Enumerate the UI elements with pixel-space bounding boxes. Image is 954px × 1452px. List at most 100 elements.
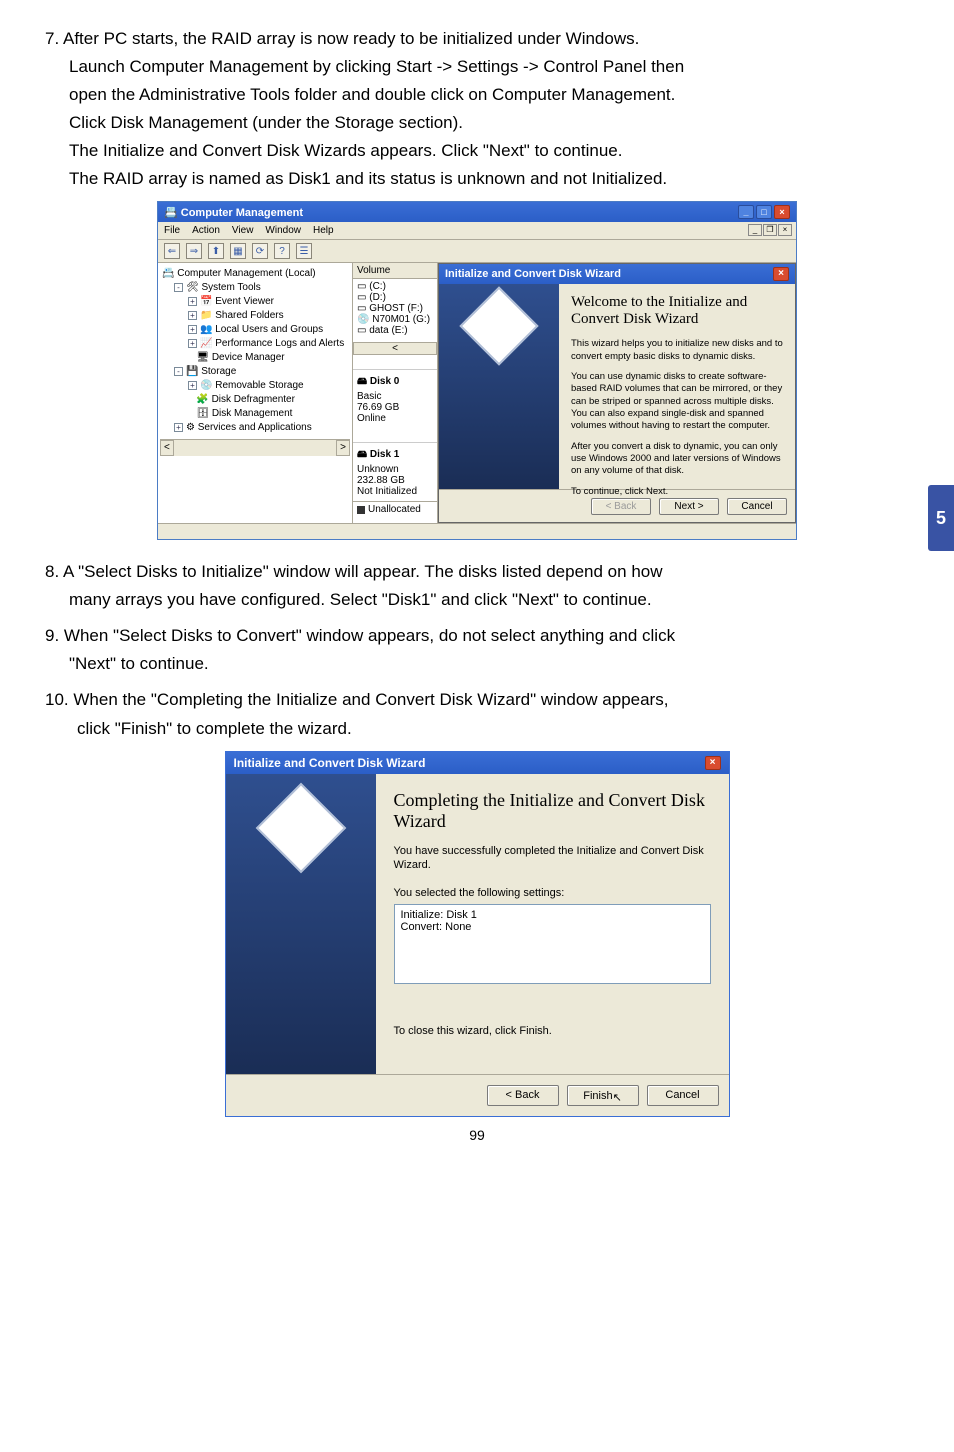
vol-scroll-left[interactable]: < [353,342,437,355]
mdi-close[interactable]: × [778,224,792,236]
tree-defrag[interactable]: 🧩 Disk Defragmenter [160,393,350,407]
step-8-line1: A "Select Disks to Initialize" window wi… [63,562,663,581]
disk0-panel[interactable]: 🖴 Disk 0 Basic 76.69 GB Online [353,369,437,428]
wizard1-sidebar [439,284,559,489]
legend-unallocated: Unallocated [353,501,437,517]
cm-statusbar [158,523,796,539]
disk-wizard-icon [255,782,346,873]
wizard1-p2: You can use dynamic disks to create soft… [571,371,783,433]
up-icon[interactable]: ⬆ [208,243,224,259]
tree-event-viewer[interactable]: +📅 Event Viewer [160,295,350,309]
cm-titlebar: 📇 Computer Management _ □ × [158,202,796,222]
tree-removable[interactable]: +💿 Removable Storage [160,379,350,393]
wizard1-dialog: Initialize and Convert Disk Wizard × Wel… [438,263,796,523]
menu-action[interactable]: Action [192,225,220,236]
cm-toolbar: ⇐ ⇒ ⬆ ▦ ⟳ ? ☰ [158,240,796,263]
tree-services[interactable]: +⚙ Services and Applications [160,421,350,435]
chapter-tab: 5 [928,485,954,551]
list-icon[interactable]: ☰ [296,243,312,259]
menu-window[interactable]: Window [265,225,301,236]
wizard1-p1: This wizard helps you to initialize new … [571,338,783,363]
step-7-line1: After PC starts, the RAID array is now r… [63,29,639,48]
vol-f[interactable]: ▭ GHOST (F:) [357,303,433,314]
vol-c[interactable]: ▭ (C:) [357,281,433,292]
wizard2-set1: Initialize: Disk 1 [401,909,704,921]
wizard2-titlebar: Initialize and Convert Disk Wizard × [226,752,729,774]
mdi-restore[interactable]: ❐ [763,224,777,236]
minimize-button[interactable]: _ [738,205,754,219]
wizard1-title-text: Initialize and Convert Disk Wizard [445,268,621,280]
views-icon[interactable]: ▦ [230,243,246,259]
volume-header[interactable]: Volume [353,263,437,279]
wizard2-finish-button[interactable]: Finish↖ [567,1085,639,1106]
cm-volume-pane: Volume ▭ (C:) ▭ (D:) ▭ GHOST (F:) 💿 N70M… [353,263,438,523]
tree-shared-folders[interactable]: +📁 Shared Folders [160,309,350,323]
wizard1-next-button[interactable]: Next > [659,498,719,515]
wizard2-title-text: Initialize and Convert Disk Wizard [234,756,426,770]
tree-system-tools[interactable]: -🛠 System Tools [160,281,350,295]
disk1-panel[interactable]: 🖴 Disk 1 Unknown 232.88 GB Not Initializ… [353,442,437,501]
wizard2-set2: Convert: None [401,921,704,933]
step-7-num: 7. [45,25,59,53]
wizard1-p3: After you convert a disk to dynamic, you… [571,441,783,478]
wizard2-heading: Completing the Initialize and Convert Di… [394,790,711,832]
wizard2-close-button[interactable]: × [705,756,721,770]
step-7-line5: The Initialize and Convert Disk Wizards … [69,137,909,165]
wizard2-back-button[interactable]: < Back [487,1085,559,1106]
step-9-num: 9. [45,622,59,650]
tree-local-users[interactable]: +👥 Local Users and Groups [160,323,350,337]
wizard1-back-button: < Back [591,498,651,515]
step-10-line1: When the "Completing the Initialize and … [73,690,668,709]
refresh-icon[interactable]: ⟳ [252,243,268,259]
wizard1-heading: Welcome to the Initialize and Convert Di… [571,294,783,328]
wizard1-cancel-button[interactable]: Cancel [727,498,787,515]
step-9-line2: "Next" to continue. [69,650,909,678]
help-icon[interactable]: ? [274,243,290,259]
step-7-line6: The RAID array is named as Disk1 and its… [69,165,909,193]
forward-icon[interactable]: ⇒ [186,243,202,259]
wizard2-p3: To close this wizard, click Finish. [394,1024,711,1038]
vol-g[interactable]: 💿 N70M01 (G:) [357,314,433,325]
tree-device-mgr[interactable]: 🖥 Device Manager [160,351,350,365]
tree-storage[interactable]: -💾 Storage [160,365,350,379]
back-icon[interactable]: ⇐ [164,243,180,259]
wizard2-dialog: Initialize and Convert Disk Wizard × Com… [225,751,730,1117]
vol-e[interactable]: ▭ data (E:) [357,325,433,336]
step-10: 10. When the "Completing the Initialize … [45,686,909,742]
mdi-minimize[interactable]: _ [748,224,762,236]
cm-title-text: Computer Management [181,207,303,219]
close-button[interactable]: × [774,205,790,219]
wizard2-p1: You have successfully completed the Init… [394,844,711,873]
step-7: 7. After PC starts, the RAID array is no… [45,25,909,193]
wizard1-p4: To continue, click Next. [571,486,783,498]
step-7-line4: Click Disk Management (under the Storage… [69,109,909,137]
step-8: 8. A "Select Disks to Initialize" window… [45,558,909,614]
disk-wizard-icon [459,287,538,366]
menu-file[interactable]: File [164,225,180,236]
wizard2-settings-box: Initialize: Disk 1 Convert: None [394,904,711,984]
cm-tree: 📇 Computer Management (Local) -🛠 System … [158,263,353,523]
menu-help[interactable]: Help [313,225,334,236]
computer-management-window: 📇 Computer Management _ □ × File Action … [157,201,797,540]
wizard2-p2: You selected the following settings: [394,886,711,900]
step-7-line2: Launch Computer Management by clicking S… [69,53,909,81]
wizard1-close-button[interactable]: × [773,267,789,281]
wizard1-titlebar: Initialize and Convert Disk Wizard × [439,264,795,284]
step-7-line3: open the Administrative Tools folder and… [69,81,909,109]
page-number: 99 [45,1127,909,1143]
tree-scrollbar[interactable]: <> [160,439,350,456]
tree-perf-logs[interactable]: +📈 Performance Logs and Alerts [160,337,350,351]
step-8-num: 8. [45,558,59,586]
step-9-line1: When "Select Disks to Convert" window ap… [64,626,675,645]
menu-view[interactable]: View [232,225,254,236]
step-9: 9. When "Select Disks to Convert" window… [45,622,909,678]
vol-d[interactable]: ▭ (D:) [357,292,433,303]
tree-diskmgmt[interactable]: 🗄 Disk Management [160,407,350,421]
step-8-line2: many arrays you have configured. Select … [69,586,909,614]
step-10-num: 10. [45,686,69,714]
maximize-button[interactable]: □ [756,205,772,219]
wizard2-cancel-button[interactable]: Cancel [647,1085,719,1106]
tree-root[interactable]: 📇 Computer Management (Local) [160,267,350,281]
step-10-line2: click "Finish" to complete the wizard. [77,715,909,743]
wizard2-sidebar [226,774,376,1074]
